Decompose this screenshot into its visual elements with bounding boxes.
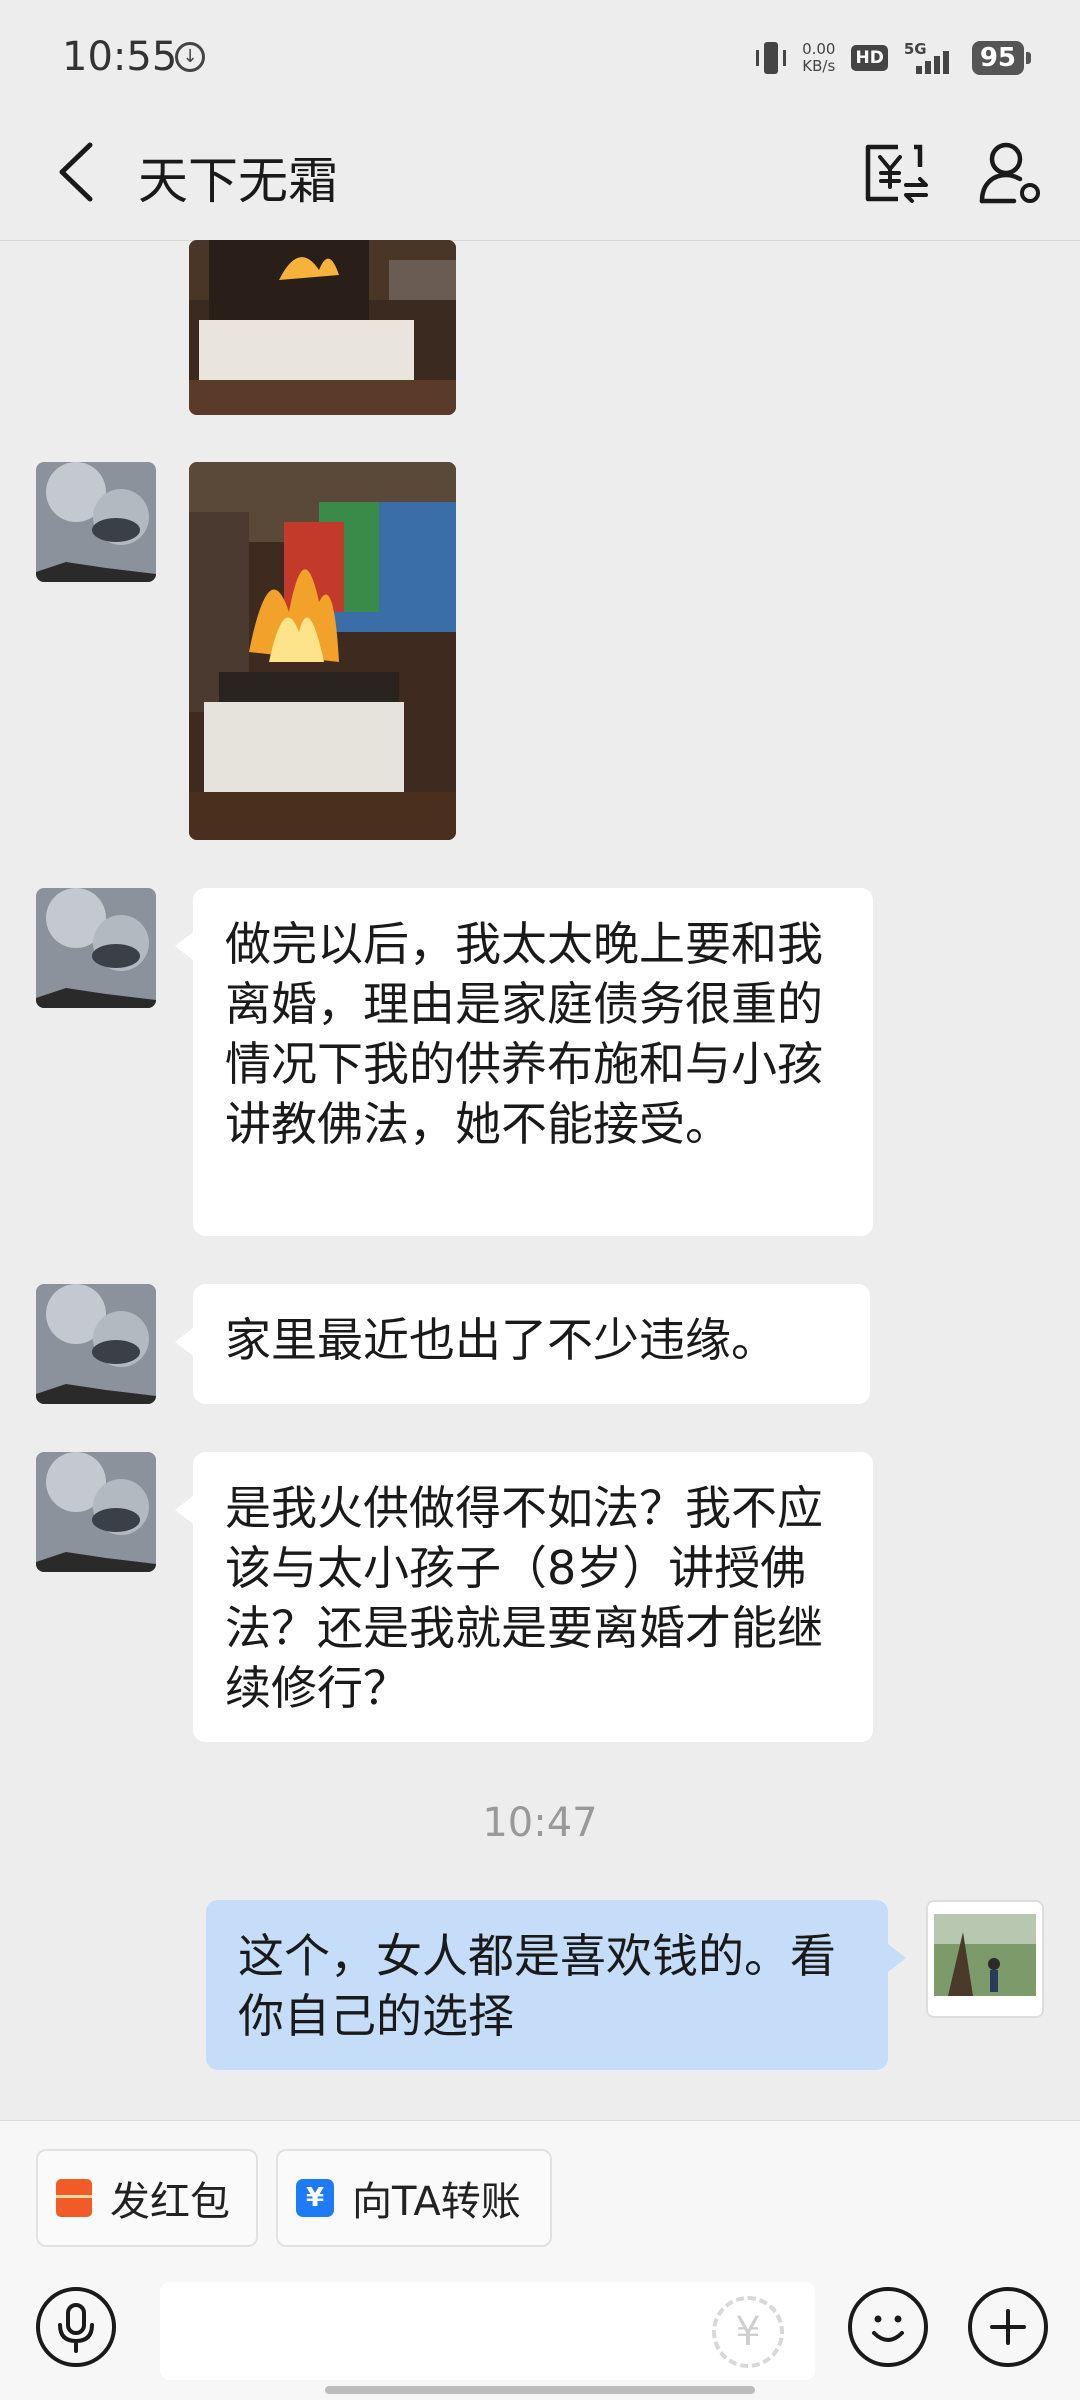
incoming-message[interactable]: 家里最近也出了不少违缘。: [175, 1284, 870, 1404]
chat-image[interactable]: [189, 462, 456, 840]
network-speed: 0.00 KB/s: [802, 40, 836, 75]
yuan-icon: ¥: [712, 2296, 784, 2368]
contact-avatar[interactable]: [36, 462, 156, 582]
contact-avatar[interactable]: [36, 888, 156, 1008]
message-timestamp: 10:47: [482, 1800, 598, 1846]
more-button[interactable]: [968, 2287, 1048, 2367]
transfer-money-icon[interactable]: [858, 137, 930, 209]
contact-profile-icon[interactable]: [974, 137, 1046, 209]
signal-icon: 5G: [904, 40, 956, 76]
contact-avatar[interactable]: [36, 1284, 156, 1404]
battery-indicator: 95: [971, 41, 1032, 75]
my-avatar[interactable]: [926, 1900, 1044, 2018]
chat-header: 天下无霜: [0, 115, 1080, 241]
voice-button[interactable]: [36, 2287, 116, 2367]
transfer-label: 向TA转账: [352, 2179, 521, 2225]
emoji-button[interactable]: [848, 2287, 928, 2367]
plus-icon: [990, 2309, 1026, 2345]
transfer-button[interactable]: ¥ 向TA转账: [276, 2149, 552, 2247]
back-arrow-icon[interactable]: [50, 137, 110, 207]
status-bar: 10:55 ↓ 0.00 KB/s HD 5G 95: [0, 0, 1080, 115]
quick-actions-bar: 发红包 ¥ 向TA转账: [0, 2120, 1080, 2253]
red-packet-label: 发红包: [110, 2179, 230, 2225]
vibrate-icon: [756, 40, 787, 76]
status-icons: 0.00 KB/s HD 5G 95: [756, 36, 1032, 80]
incoming-message[interactable]: 做完以后，我太太晚上要和我离婚，理由是家庭债务很重的情况下我的供养布施和与小孩讲…: [175, 888, 873, 1236]
hd-badge: HD: [851, 45, 888, 71]
home-indicator[interactable]: [325, 2386, 755, 2394]
outgoing-message[interactable]: 这个，女人都是喜欢钱的。看你自己的选择: [206, 1900, 906, 2070]
input-bar: ¥: [0, 2252, 1080, 2400]
notification-icon: ↓: [175, 42, 205, 72]
red-packet-icon: [56, 2179, 92, 2217]
status-time: 10:55: [62, 34, 178, 80]
transfer-icon: ¥: [296, 2179, 334, 2217]
chat-image[interactable]: [189, 240, 456, 415]
microphone-icon: [58, 2303, 94, 2353]
incoming-message[interactable]: 是我火供做得不如法？我不应该与太小孩子（8岁）讲授佛法？还是我就是要离婚才能继续…: [175, 1452, 873, 1742]
red-packet-button[interactable]: 发红包: [36, 2149, 258, 2247]
chat-title: 天下无霜: [138, 152, 338, 210]
contact-avatar[interactable]: [36, 1452, 156, 1572]
smiley-icon: [872, 2315, 904, 2342]
